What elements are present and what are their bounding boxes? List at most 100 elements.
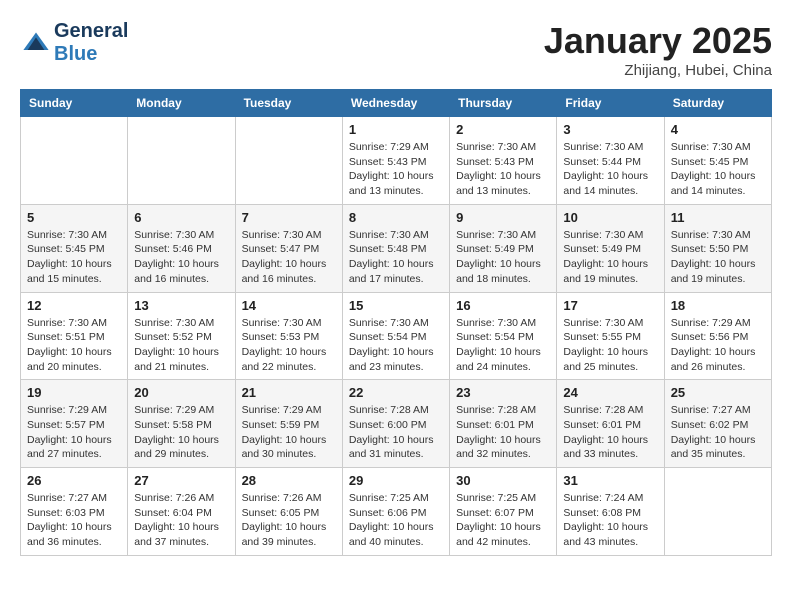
calendar-cell: 29 Sunrise: 7:25 AMSunset: 6:06 PMDayligh…: [342, 468, 449, 556]
calendar-table: SundayMondayTuesdayWednesdayThursdayFrid…: [20, 89, 772, 556]
calendar-cell: 9Sunrise: 7:30 AMSunset: 5:49 PMDaylight…: [450, 204, 557, 292]
calendar-cell: 24 Sunrise: 7:28 AMSunset: 6:01 PMDayligh…: [557, 380, 664, 468]
day-info: Sunrise: 7:29 AMSunset: 5:43 PMDaylight:…: [349, 140, 443, 199]
day-number: 2: [456, 122, 550, 137]
day-number: 9: [456, 210, 550, 225]
day-number: 1: [349, 122, 443, 137]
day-info: Sunrise: 7:25 AMSunset: 6:06 PMDaylight:…: [349, 491, 443, 550]
calendar-cell: 21Sunrise: 7:29 AMSunset: 5:59 PMDayligh…: [235, 380, 342, 468]
calendar-cell: [235, 117, 342, 205]
calendar-cell: 13 Sunrise: 7:30 AMSunset: 5:52 PMDayligh…: [128, 292, 235, 380]
day-info: Sunrise: 7:30 AMSunset: 5:55 PMDaylight:…: [563, 316, 657, 375]
day-info: Sunrise: 7:30 AMSunset: 5:48 PMDaylight:…: [349, 228, 443, 287]
day-number: 17: [563, 298, 657, 313]
calendar-cell: 10 Sunrise: 7:30 AMSunset: 5:49 PMDayligh…: [557, 204, 664, 292]
calendar-cell: 26 Sunrise: 7:27 AMSunset: 6:03 PMDayligh…: [21, 468, 128, 556]
calendar-cell: 15 Sunrise: 7:30 AMSunset: 5:54 PMDayligh…: [342, 292, 449, 380]
day-number: 23: [456, 385, 550, 400]
day-number: 11: [671, 210, 765, 225]
day-info: Sunrise: 7:30 AMSunset: 5:54 PMDaylight:…: [456, 316, 550, 375]
calendar-cell: 8 Sunrise: 7:30 AMSunset: 5:48 PMDaylight…: [342, 204, 449, 292]
calendar-cell: 30 Sunrise: 7:25 AMSunset: 6:07 PMDayligh…: [450, 468, 557, 556]
day-number: 29: [349, 473, 443, 488]
day-number: 20: [134, 385, 228, 400]
calendar-cell: 28 Sunrise: 7:26 AMSunset: 6:05 PMDayligh…: [235, 468, 342, 556]
calendar-cell: 16Sunrise: 7:30 AMSunset: 5:54 PMDayligh…: [450, 292, 557, 380]
day-number: 12: [27, 298, 121, 313]
day-number: 13: [134, 298, 228, 313]
calendar-week-row: 1 Sunrise: 7:29 AMSunset: 5:43 PMDaylight…: [21, 117, 772, 205]
calendar-cell: 14 Sunrise: 7:30 AMSunset: 5:53 PMDayligh…: [235, 292, 342, 380]
calendar-cell: 22 Sunrise: 7:28 AMSunset: 6:00 PMDayligh…: [342, 380, 449, 468]
day-number: 15: [349, 298, 443, 313]
day-info: Sunrise: 7:30 AMSunset: 5:54 PMDaylight:…: [349, 316, 443, 375]
logo-icon: [22, 29, 50, 57]
day-info: Sunrise: 7:26 AMSunset: 6:05 PMDaylight:…: [242, 491, 336, 550]
calendar-cell: [128, 117, 235, 205]
calendar-cell: 1 Sunrise: 7:29 AMSunset: 5:43 PMDaylight…: [342, 117, 449, 205]
logo-text-blue: Blue: [54, 43, 128, 66]
day-info: Sunrise: 7:28 AMSunset: 6:00 PMDaylight:…: [349, 403, 443, 462]
location-subtitle: Zhijiang, Hubei, China: [544, 62, 772, 79]
calendar-cell: 6Sunrise: 7:30 AMSunset: 5:46 PMDaylight…: [128, 204, 235, 292]
calendar-cell: [21, 117, 128, 205]
calendar-cell: 5Sunrise: 7:30 AMSunset: 5:45 PMDaylight…: [21, 204, 128, 292]
day-info: Sunrise: 7:28 AMSunset: 6:01 PMDaylight:…: [456, 403, 550, 462]
weekday-header-wednesday: Wednesday: [342, 90, 449, 117]
day-info: Sunrise: 7:27 AMSunset: 6:03 PMDaylight:…: [27, 491, 121, 550]
calendar-cell: [664, 468, 771, 556]
day-number: 4: [671, 122, 765, 137]
calendar-cell: 27Sunrise: 7:26 AMSunset: 6:04 PMDayligh…: [128, 468, 235, 556]
calendar-cell: 31 Sunrise: 7:24 AMSunset: 6:08 PMDayligh…: [557, 468, 664, 556]
day-number: 24: [563, 385, 657, 400]
day-info: Sunrise: 7:29 AMSunset: 5:56 PMDaylight:…: [671, 316, 765, 375]
day-info: Sunrise: 7:24 AMSunset: 6:08 PMDaylight:…: [563, 491, 657, 550]
day-number: 30: [456, 473, 550, 488]
day-info: Sunrise: 7:28 AMSunset: 6:01 PMDaylight:…: [563, 403, 657, 462]
month-title: January 2025: [544, 20, 772, 62]
calendar-cell: 3Sunrise: 7:30 AMSunset: 5:44 PMDaylight…: [557, 117, 664, 205]
weekday-header-monday: Monday: [128, 90, 235, 117]
day-info: Sunrise: 7:27 AMSunset: 6:02 PMDaylight:…: [671, 403, 765, 462]
calendar-cell: 25Sunrise: 7:27 AMSunset: 6:02 PMDayligh…: [664, 380, 771, 468]
weekday-header-thursday: Thursday: [450, 90, 557, 117]
calendar-week-row: 19 Sunrise: 7:29 AMSunset: 5:57 PMDayligh…: [21, 380, 772, 468]
day-number: 14: [242, 298, 336, 313]
day-info: Sunrise: 7:29 AMSunset: 5:58 PMDaylight:…: [134, 403, 228, 462]
calendar-week-row: 12 Sunrise: 7:30 AMSunset: 5:51 PMDayligh…: [21, 292, 772, 380]
weekday-header-sunday: Sunday: [21, 90, 128, 117]
calendar-cell: 17 Sunrise: 7:30 AMSunset: 5:55 PMDayligh…: [557, 292, 664, 380]
day-number: 31: [563, 473, 657, 488]
calendar-cell: 12 Sunrise: 7:30 AMSunset: 5:51 PMDayligh…: [21, 292, 128, 380]
day-number: 3: [563, 122, 657, 137]
page-header: General Blue January 2025 Zhijiang, Hube…: [20, 20, 772, 79]
day-info: Sunrise: 7:30 AMSunset: 5:51 PMDaylight:…: [27, 316, 121, 375]
calendar-cell: 7Sunrise: 7:30 AMSunset: 5:47 PMDaylight…: [235, 204, 342, 292]
day-number: 22: [349, 385, 443, 400]
logo: General Blue: [20, 20, 128, 66]
calendar-week-row: 5Sunrise: 7:30 AMSunset: 5:45 PMDaylight…: [21, 204, 772, 292]
day-info: Sunrise: 7:30 AMSunset: 5:52 PMDaylight:…: [134, 316, 228, 375]
day-info: Sunrise: 7:30 AMSunset: 5:47 PMDaylight:…: [242, 228, 336, 287]
calendar-cell: 19 Sunrise: 7:29 AMSunset: 5:57 PMDayligh…: [21, 380, 128, 468]
day-info: Sunrise: 7:29 AMSunset: 5:57 PMDaylight:…: [27, 403, 121, 462]
calendar-cell: 2 Sunrise: 7:30 AMSunset: 5:43 PMDaylight…: [450, 117, 557, 205]
day-info: Sunrise: 7:30 AMSunset: 5:45 PMDaylight:…: [27, 228, 121, 287]
day-info: Sunrise: 7:29 AMSunset: 5:59 PMDaylight:…: [242, 403, 336, 462]
day-info: Sunrise: 7:30 AMSunset: 5:46 PMDaylight:…: [134, 228, 228, 287]
day-info: Sunrise: 7:30 AMSunset: 5:45 PMDaylight:…: [671, 140, 765, 199]
calendar-cell: 18 Sunrise: 7:29 AMSunset: 5:56 PMDayligh…: [664, 292, 771, 380]
weekday-header-saturday: Saturday: [664, 90, 771, 117]
day-number: 18: [671, 298, 765, 313]
day-number: 8: [349, 210, 443, 225]
day-info: Sunrise: 7:30 AMSunset: 5:43 PMDaylight:…: [456, 140, 550, 199]
calendar-header-row: SundayMondayTuesdayWednesdayThursdayFrid…: [21, 90, 772, 117]
day-number: 28: [242, 473, 336, 488]
day-info: Sunrise: 7:30 AMSunset: 5:53 PMDaylight:…: [242, 316, 336, 375]
day-number: 26: [27, 473, 121, 488]
day-number: 19: [27, 385, 121, 400]
day-number: 10: [563, 210, 657, 225]
day-info: Sunrise: 7:25 AMSunset: 6:07 PMDaylight:…: [456, 491, 550, 550]
calendar-cell: 11Sunrise: 7:30 AMSunset: 5:50 PMDayligh…: [664, 204, 771, 292]
day-info: Sunrise: 7:30 AMSunset: 5:49 PMDaylight:…: [563, 228, 657, 287]
